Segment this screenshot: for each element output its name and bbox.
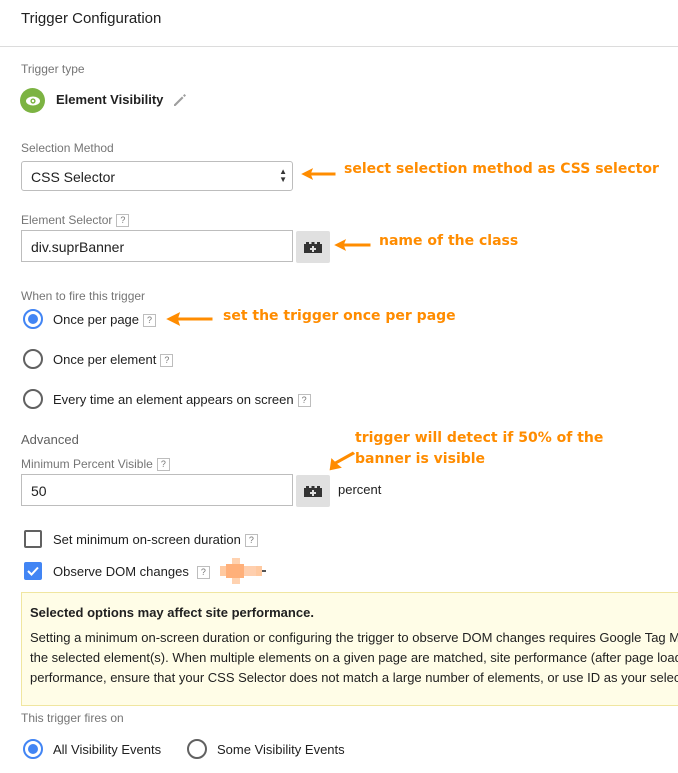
min-percent-label: Minimum Percent Visible? [21,457,170,471]
warning-line: Setting a minimum on-screen duration or … [30,630,678,645]
option-once-per-page: Once per page? [53,312,157,327]
performance-warning: Selected options may affect site perform… [21,592,678,706]
annotation-percent-line2: banner is visible [355,451,486,467]
pencil-icon[interactable] [172,92,188,108]
selection-method-select[interactable]: CSS Selector ▲ ▼ [21,161,293,191]
option-some-visibility-events: Some Visibility Events [217,742,345,757]
warning-line: performance, ensure that your CSS Select… [30,670,678,685]
observe-dom-label: Observe DOM changes [53,564,189,579]
min-duration-label: Set minimum on-screen duration [53,532,241,547]
header-divider [0,46,678,47]
radio-some-visibility-events[interactable] [187,739,207,759]
help-icon[interactable]: ? [196,566,210,579]
help-icon[interactable]: ? [297,394,311,407]
min-percent-input[interactable]: 50 [21,474,293,506]
radio-every-time[interactable] [23,389,43,409]
page-title: Trigger Configuration [21,10,162,27]
pixelated-redaction [220,558,266,584]
variable-brick-icon[interactable] [296,475,330,507]
radio-all-visibility-events[interactable] [23,739,43,759]
element-selector-label-text: Element Selector [21,213,113,227]
fire-label: When to fire this trigger [21,289,146,303]
option-label: Once per page [53,312,140,327]
min-duration-option: Set minimum on-screen duration? [53,532,258,547]
fires-on-label: This trigger fires on [21,711,124,725]
option-every-time: Every time an element appears on screen? [53,392,311,407]
element-selector-input[interactable]: div.suprBanner [21,230,293,262]
help-icon[interactable]: ? [156,458,170,471]
check-icon [27,566,39,576]
option-once-per-element: Once per element? [53,352,174,367]
annotation-element-selector: name of the class [379,233,519,249]
warning-line: the selected element(s). When multiple e… [30,650,678,665]
variable-brick-icon[interactable] [296,231,330,263]
annotation-selection-method: select selection method as CSS selector [344,161,659,177]
annotation-arrow-icon [298,165,337,183]
advanced-heading: Advanced [21,432,79,447]
trigger-type-name: Element Visibility [56,92,164,107]
option-all-visibility-events: All Visibility Events [53,742,162,757]
annotation-fire: set the trigger once per page [223,308,456,324]
element-selector-label: Element Selector? [21,213,130,227]
min-percent-unit: percent [338,482,382,497]
warning-title: Selected options may affect site perform… [30,605,314,620]
min-percent-label-text: Minimum Percent Visible [21,457,153,471]
help-icon[interactable]: ? [244,534,258,547]
option-label: Every time an element appears on screen [53,392,294,407]
annotation-arrow-icon [331,236,372,254]
checkbox-observe-dom[interactable] [24,562,42,580]
annotation-arrow-icon [163,310,214,328]
trigger-configuration-page: Trigger Configuration Trigger type Eleme… [0,0,678,773]
trigger-type-label: Trigger type [21,62,85,76]
selection-method-value: CSS Selector [31,169,116,185]
option-label: Once per element [53,352,157,367]
annotation-percent-line1: trigger will detect if 50% of the [355,430,604,446]
select-arrows-icon: ▲ ▼ [279,167,287,184]
checkbox-min-duration[interactable] [24,530,42,548]
eye-icon [20,88,45,113]
radio-once-per-element[interactable] [23,349,43,369]
selection-method-label: Selection Method [21,141,114,155]
help-icon[interactable]: ? [116,214,130,227]
observe-dom-option: Observe DOM changes? [53,564,210,579]
help-icon[interactable]: ? [160,354,174,367]
help-icon[interactable]: ? [143,314,157,327]
radio-once-per-page[interactable] [23,309,43,329]
annotation-arrow-icon [328,450,357,472]
